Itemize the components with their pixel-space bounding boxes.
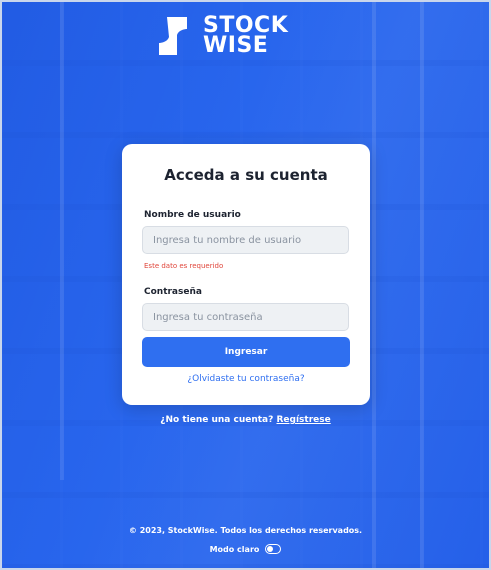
brand-logo: STOCK WISE	[157, 14, 335, 58]
brand-name: STOCK WISE	[203, 15, 288, 58]
signup-prompt: ¿No tiene una cuenta? Regístrese	[0, 415, 491, 425]
login-title: Acceda a su cuenta	[164, 166, 328, 184]
username-error: Este dato es requerido	[144, 262, 224, 270]
theme-mode-label: Modo claro	[209, 544, 260, 554]
login-card: Acceda a su cuenta Nombre de usuario Est…	[122, 144, 370, 405]
login-button[interactable]: Ingresar	[142, 337, 350, 367]
shelf-post	[420, 0, 424, 570]
copyright-text: © 2023, StockWise. Todos los derechos re…	[128, 526, 363, 535]
signup-prompt-text: ¿No tiene una cuenta?	[160, 415, 274, 425]
username-input[interactable]	[142, 226, 349, 254]
theme-mode-control: Modo claro	[0, 544, 491, 554]
theme-toggle-icon[interactable]	[265, 544, 282, 554]
username-label: Nombre de usuario	[144, 210, 241, 220]
forgot-password-link[interactable]: ¿Olvidaste tu contraseña?	[122, 374, 370, 384]
shelf-post	[60, 0, 64, 480]
password-input[interactable]	[142, 303, 349, 331]
brand-line-2: WISE	[203, 33, 269, 58]
password-label: Contraseña	[144, 287, 202, 297]
logo-mark-icon	[159, 17, 187, 55]
shelf-post	[372, 0, 376, 570]
signup-link[interactable]: Regístrese	[276, 415, 330, 425]
